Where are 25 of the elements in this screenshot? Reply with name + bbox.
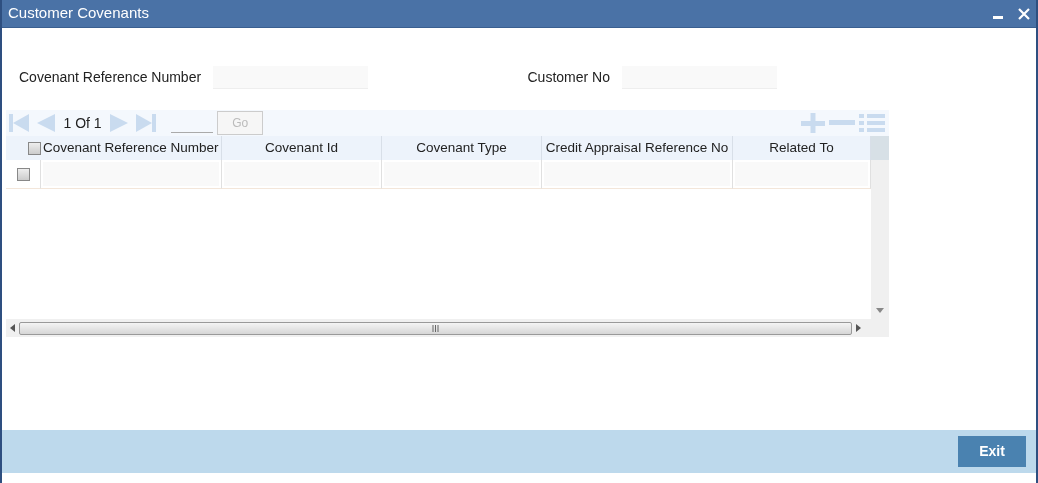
- scroll-right-icon[interactable]: [856, 324, 861, 332]
- horizontal-scrollbar[interactable]: [6, 319, 889, 337]
- first-page-icon[interactable]: [8, 113, 30, 133]
- column-header[interactable]: Covenant Id: [222, 136, 382, 160]
- page-info: 1 Of 1: [63, 113, 102, 133]
- last-page-icon[interactable]: [135, 113, 158, 133]
- column-header[interactable]: Covenant Type: [382, 136, 542, 160]
- scroll-left-icon[interactable]: [10, 324, 15, 332]
- field-label: Covenant Reference Number: [19, 68, 202, 87]
- scrollbar-corner: [871, 136, 889, 160]
- column-header[interactable]: Covenant Reference Number: [41, 136, 222, 160]
- list-icon[interactable]: [859, 113, 885, 133]
- field-label: Customer No: [527, 68, 610, 87]
- add-row-icon[interactable]: [801, 113, 825, 133]
- column-header[interactable]: Credit Appraisal Reference No: [542, 136, 733, 160]
- column-header[interactable]: Related To: [733, 136, 871, 160]
- window-title: Customer Covenants: [8, 3, 150, 24]
- select-all-checkbox[interactable]: [28, 141, 41, 155]
- exit-button[interactable]: Exit: [958, 436, 1026, 467]
- scrollbar-thumb[interactable]: [19, 321, 852, 335]
- close-icon[interactable]: [1018, 7, 1030, 20]
- grip-icon: [432, 324, 439, 332]
- delete-row-icon[interactable]: [829, 120, 855, 126]
- scroll-down-icon[interactable]: [876, 308, 884, 313]
- row-checkbox[interactable]: [16, 167, 30, 181]
